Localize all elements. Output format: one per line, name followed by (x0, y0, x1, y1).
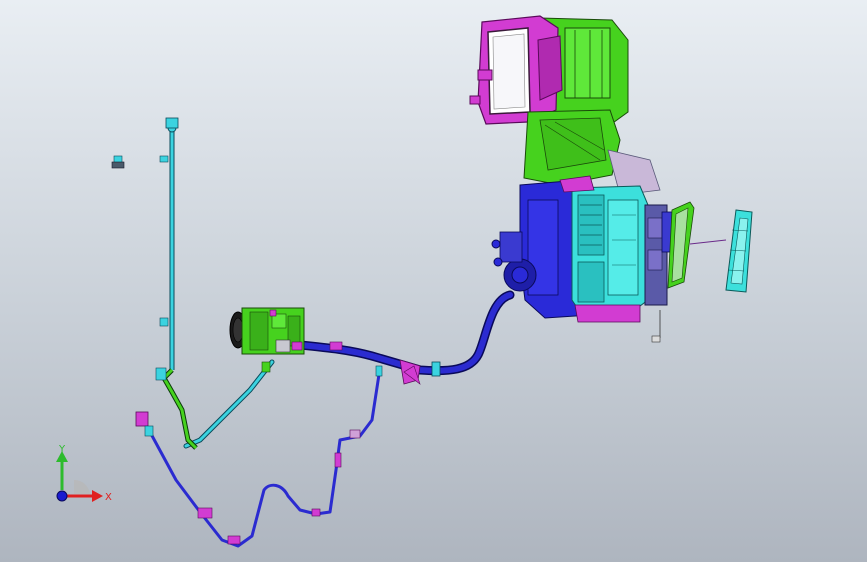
ac-compressor[interactable] (229, 307, 305, 355)
cabin-filter-panel[interactable] (725, 209, 753, 293)
y-axis-label: Y (58, 444, 66, 455)
x-axis-label: X (105, 492, 112, 503)
suction-hose[interactable] (295, 290, 515, 385)
air-inlet-frame[interactable] (469, 15, 563, 125)
view-plane-indicator (74, 479, 90, 494)
z-axis-origin (56, 490, 68, 502)
cad-3d-viewport[interactable]: Y X (0, 0, 867, 562)
actuator-cable (689, 239, 727, 245)
y-axis-arrow (56, 451, 68, 490)
distribution-duct[interactable] (559, 175, 649, 323)
discharge-hose[interactable] (183, 359, 275, 449)
loose-fitting[interactable] (111, 155, 125, 169)
ac-system-assembly-model[interactable] (0, 0, 867, 562)
coordinate-triad: Y X (40, 438, 130, 518)
condenser-pipe[interactable] (155, 117, 198, 450)
vent-outlet[interactable] (667, 201, 695, 289)
